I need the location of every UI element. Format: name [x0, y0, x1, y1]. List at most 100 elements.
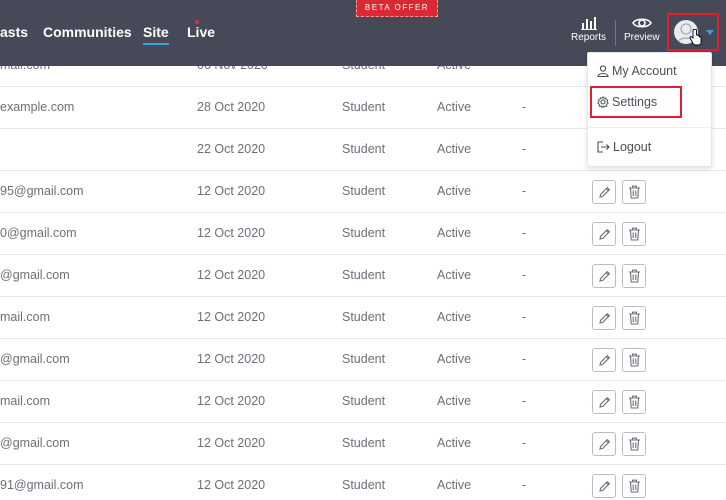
delete-button[interactable]: [622, 474, 646, 498]
pencil-icon: [599, 396, 611, 408]
role-cell: Student: [342, 478, 386, 492]
pencil-icon: [599, 480, 611, 492]
extra-cell: -: [522, 310, 527, 324]
reports-button[interactable]: Reports: [571, 16, 606, 43]
menu-item-logout-label: Logout: [613, 140, 652, 154]
extra-cell: -: [522, 352, 527, 366]
nav-item-site[interactable]: Site: [143, 24, 169, 45]
live-indicator-dot: [195, 20, 199, 24]
email-cell: @gmail.com: [0, 268, 70, 282]
table-row: @gmail.com 12 Oct 2020 Student Active -: [0, 339, 726, 381]
edit-button[interactable]: [592, 222, 616, 246]
logout-icon: [597, 141, 610, 153]
delete-button[interactable]: [622, 180, 646, 204]
email-cell: example.com: [0, 100, 75, 114]
table-row: @gmail.com 12 Oct 2020 Student Active -: [0, 423, 726, 465]
nav-item-communities[interactable]: Communities: [43, 24, 132, 40]
extra-cell: -: [522, 436, 527, 450]
email-cell: mail.com: [0, 394, 51, 408]
delete-button[interactable]: [622, 222, 646, 246]
table-row: 91@gmail.com 12 Oct 2020 Student Active -: [0, 465, 726, 500]
hand-pointer-icon: [689, 29, 702, 46]
preview-button[interactable]: Preview: [624, 16, 660, 43]
pencil-icon: [599, 270, 611, 282]
trash-icon: [629, 437, 640, 451]
status-cell: Active: [437, 226, 472, 240]
role-cell: Student: [342, 142, 386, 156]
pencil-icon: [599, 438, 611, 450]
role-cell: Student: [342, 352, 386, 366]
date-cell: 12 Oct 2020: [197, 184, 266, 198]
toolbar-divider: [615, 20, 616, 46]
date-cell: 12 Oct 2020: [197, 436, 266, 450]
role-cell: Student: [342, 394, 386, 408]
trash-icon: [629, 227, 640, 241]
role-cell: Student: [342, 184, 386, 198]
date-cell: 12 Oct 2020: [197, 310, 266, 324]
date-cell: 28 Oct 2020: [197, 100, 266, 114]
chevron-down-icon: [706, 30, 714, 35]
extra-cell: -: [522, 100, 527, 114]
table-row: mail.com 12 Oct 2020 Student Active -: [0, 297, 726, 339]
role-cell: Student: [342, 436, 386, 450]
bar-chart-icon: [580, 17, 597, 30]
delete-button[interactable]: [622, 306, 646, 330]
email-cell: mail.com: [0, 310, 51, 324]
edit-button[interactable]: [592, 432, 616, 456]
email-cell: @gmail.com: [0, 436, 70, 450]
date-cell: 12 Oct 2020: [197, 478, 266, 492]
eye-icon: [631, 18, 652, 28]
trash-icon: [629, 479, 640, 493]
trash-icon: [629, 269, 640, 283]
edit-button[interactable]: [592, 390, 616, 414]
preview-label: Preview: [624, 32, 660, 43]
table-row: 0@gmail.com 12 Oct 2020 Student Active -: [0, 213, 726, 255]
menu-item-logout[interactable]: Logout: [597, 140, 651, 154]
status-cell: Active: [437, 310, 472, 324]
delete-button[interactable]: [622, 264, 646, 288]
beta-offer-banner[interactable]: BETA OFFER: [356, 0, 438, 17]
table-row: mail.com 12 Oct 2020 Student Active -: [0, 381, 726, 423]
table-row: 95@gmail.com 12 Oct 2020 Student Active -: [0, 171, 726, 213]
reports-label: Reports: [571, 32, 607, 43]
status-cell: Active: [437, 436, 472, 450]
edit-button[interactable]: [592, 180, 616, 204]
status-cell: Active: [437, 478, 472, 492]
pencil-icon: [599, 354, 611, 366]
trash-icon: [629, 395, 640, 409]
role-cell: Student: [342, 310, 386, 324]
email-cell: 0@gmail.com: [0, 226, 77, 240]
date-cell: 22 Oct 2020: [197, 142, 266, 156]
status-cell: Active: [437, 142, 472, 156]
settings-highlight-box: [590, 86, 682, 118]
delete-button[interactable]: [622, 390, 646, 414]
extra-cell: -: [522, 184, 527, 198]
edit-button[interactable]: [592, 348, 616, 372]
nav-item-live-label: Live: [187, 24, 216, 40]
status-cell: Active: [437, 268, 472, 282]
edit-button[interactable]: [592, 306, 616, 330]
status-cell: Active: [437, 352, 472, 366]
email-cell: 95@gmail.com: [0, 184, 84, 198]
date-cell: 12 Oct 2020: [197, 268, 266, 282]
delete-button[interactable]: [622, 432, 646, 456]
menu-divider: [588, 127, 711, 128]
user-icon: [597, 65, 609, 78]
status-cell: Active: [437, 184, 472, 198]
trash-icon: [629, 353, 640, 367]
trash-icon: [629, 311, 640, 325]
user-menu-toggle[interactable]: [667, 13, 719, 51]
nav-item-broadcasts[interactable]: asts: [0, 24, 28, 40]
edit-button[interactable]: [592, 264, 616, 288]
date-cell: 12 Oct 2020: [197, 352, 266, 366]
nav-item-live[interactable]: Live: [187, 20, 216, 40]
status-cell: Active: [437, 100, 472, 114]
delete-button[interactable]: [622, 348, 646, 372]
menu-item-my-account[interactable]: My Account: [597, 64, 677, 78]
extra-cell: -: [522, 226, 527, 240]
pencil-icon: [599, 186, 611, 198]
trash-icon: [629, 185, 640, 199]
edit-button[interactable]: [592, 474, 616, 498]
status-cell: Active: [437, 394, 472, 408]
email-cell: @gmail.com: [0, 352, 70, 366]
